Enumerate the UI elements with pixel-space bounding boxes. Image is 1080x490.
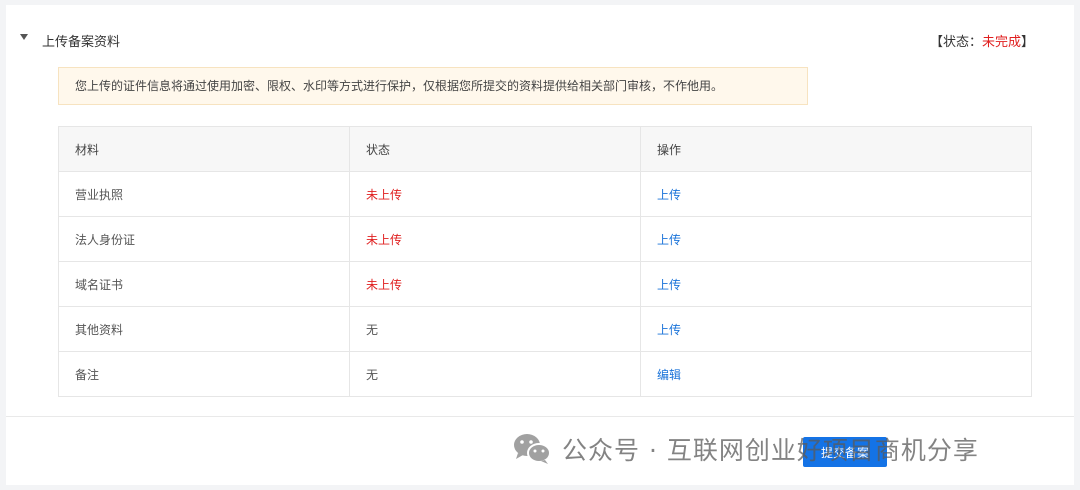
material-status: 未上传 xyxy=(349,171,641,217)
section-title: 上传备案资料 xyxy=(42,35,121,50)
action-cell: 上传 xyxy=(640,171,1032,217)
material-status: 无 xyxy=(349,351,641,397)
table-row: 其他资料 无 上传 xyxy=(58,306,1032,352)
section-header[interactable]: 上传备案资料 【状态：未完成】 xyxy=(6,29,1074,53)
edit-link[interactable]: 编辑 xyxy=(657,368,681,382)
table-row: 法人身份证 未上传 上传 xyxy=(58,216,1032,262)
material-status: 未上传 xyxy=(349,261,641,307)
upload-link[interactable]: 上传 xyxy=(657,188,681,202)
table-header-row: 材料 状态 操作 xyxy=(58,126,1032,172)
footer-divider xyxy=(6,416,1074,417)
materials-table: 材料 状态 操作 营业执照 未上传 上传 法人身份证 未上传 上传 域名证书 未… xyxy=(58,126,1032,397)
header-status: 状态 xyxy=(349,126,641,172)
material-name: 其他资料 xyxy=(58,306,350,352)
status-indicator: 【状态：未完成】 xyxy=(930,31,1034,50)
material-name: 营业执照 xyxy=(58,171,350,217)
upload-link[interactable]: 上传 xyxy=(657,323,681,337)
submit-record-button[interactable]: 提交备案 xyxy=(803,437,887,467)
action-cell: 编辑 xyxy=(640,351,1032,397)
caret-down-icon[interactable] xyxy=(20,34,28,40)
material-status: 无 xyxy=(349,306,641,352)
action-cell: 上传 xyxy=(640,261,1032,307)
material-name: 备注 xyxy=(58,351,350,397)
material-name: 法人身份证 xyxy=(58,216,350,262)
upload-link[interactable]: 上传 xyxy=(657,278,681,292)
material-status: 未上传 xyxy=(349,216,641,262)
table-row: 域名证书 未上传 上传 xyxy=(58,261,1032,307)
action-cell: 上传 xyxy=(640,306,1032,352)
table-row: 备注 无 编辑 xyxy=(58,351,1032,397)
status-prefix: 【状态： xyxy=(929,35,982,50)
privacy-notice: 您上传的证件信息将通过使用加密、限权、水印等方式进行保护，仅根据您所提交的资料提… xyxy=(58,67,808,105)
status-suffix: 】 xyxy=(1020,35,1034,50)
upload-link[interactable]: 上传 xyxy=(657,233,681,247)
action-cell: 上传 xyxy=(640,216,1032,262)
watermark-text: 公众号 · 互联网创业好项目商机分享 xyxy=(562,436,979,465)
table-row: 营业执照 未上传 上传 xyxy=(58,171,1032,217)
material-name: 域名证书 xyxy=(58,261,350,307)
record-panel: 上传备案资料 【状态：未完成】 您上传的证件信息将通过使用加密、限权、水印等方式… xyxy=(6,5,1074,485)
status-value: 未完成 xyxy=(981,35,1021,50)
watermark: 公众号 · 互联网创业好项目商机分享 xyxy=(512,429,979,469)
header-material: 材料 xyxy=(58,126,350,172)
header-action: 操作 xyxy=(640,126,1032,172)
wechat-icon xyxy=(512,432,552,466)
